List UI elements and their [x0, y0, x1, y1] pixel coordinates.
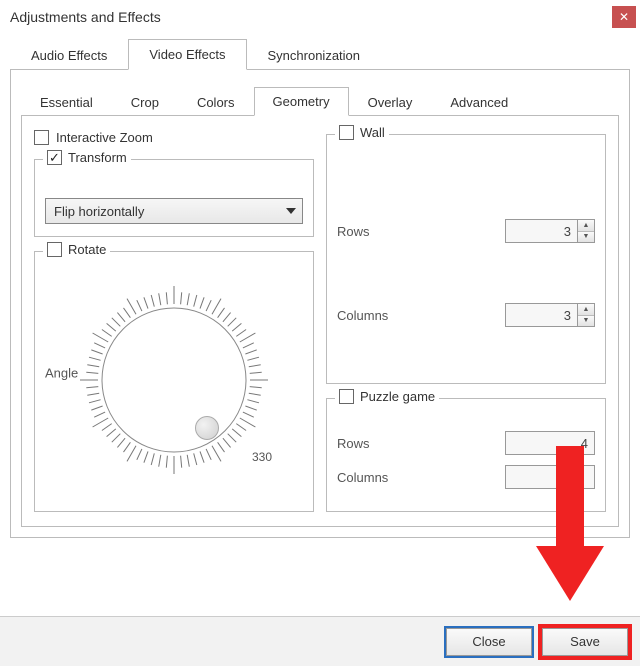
subtab-advanced[interactable]: Advanced — [431, 88, 527, 116]
interactive-zoom-label: Interactive Zoom — [56, 130, 153, 145]
puzzle-cols-label: Columns — [337, 470, 388, 485]
wall-cols-input[interactable] — [505, 303, 577, 327]
dial-knob[interactable] — [195, 416, 219, 440]
wall-cols-label: Columns — [337, 308, 388, 323]
tab-audio-effects[interactable]: Audio Effects — [10, 40, 128, 70]
dial-tick-label: 330 — [252, 450, 272, 464]
transform-checkbox[interactable] — [47, 150, 62, 165]
subtab-colors[interactable]: Colors — [178, 88, 254, 116]
puzzle-rows-label: Rows — [337, 436, 370, 451]
window-title: Adjustments and Effects — [10, 9, 161, 25]
video-effects-panel: Essential Crop Colors Geometry Overlay A… — [10, 70, 630, 538]
wall-rows-up[interactable]: ▲ — [578, 220, 594, 232]
puzzle-label: Puzzle game — [360, 389, 435, 404]
save-button[interactable]: Save — [542, 628, 628, 656]
angle-dial[interactable]: 330 — [74, 280, 274, 480]
rotate-label: Rotate — [68, 242, 106, 257]
main-tabs: Audio Effects Video Effects Synchronizat… — [10, 38, 630, 70]
video-effects-subtabs: Essential Crop Colors Geometry Overlay A… — [21, 86, 619, 116]
puzzle-group: Puzzle game Rows ▲▼ Column — [326, 398, 606, 512]
wall-rows-down[interactable]: ▼ — [578, 232, 594, 243]
subtab-crop[interactable]: Crop — [112, 88, 178, 116]
subtab-geometry[interactable]: Geometry — [254, 87, 349, 116]
title-bar: Adjustments and Effects ✕ — [0, 0, 640, 38]
transform-group: Transform Flip horizontally — [34, 159, 314, 237]
rotate-checkbox[interactable] — [47, 242, 62, 257]
wall-cols-down[interactable]: ▼ — [578, 316, 594, 327]
wall-rows-label: Rows — [337, 224, 370, 239]
dial-icon — [74, 280, 274, 480]
subtab-essential[interactable]: Essential — [21, 88, 112, 116]
wall-cols-spinner[interactable]: ▲ ▼ — [505, 303, 595, 327]
dialog-buttons: Close Save — [0, 616, 640, 666]
subtab-overlay[interactable]: Overlay — [349, 88, 432, 116]
geometry-right-column: Wall Rows ▲ ▼ — [326, 130, 606, 512]
puzzle-checkbox[interactable] — [339, 389, 354, 404]
close-button-label: Close — [472, 634, 505, 649]
wall-label: Wall — [360, 125, 385, 140]
geometry-panel: Interactive Zoom Transform Flip horizont… — [21, 116, 619, 527]
tab-synchronization[interactable]: Synchronization — [247, 40, 382, 70]
puzzle-cols-spinner[interactable]: ▲▼ — [505, 465, 595, 489]
transform-label: Transform — [68, 150, 127, 165]
wall-rows-input[interactable] — [505, 219, 577, 243]
puzzle-rows-spinner[interactable]: ▲▼ — [505, 431, 595, 455]
wall-rows-spinner[interactable]: ▲ ▼ — [505, 219, 595, 243]
save-button-label: Save — [570, 634, 600, 649]
close-icon: ✕ — [619, 10, 629, 24]
close-button[interactable]: Close — [446, 628, 532, 656]
interactive-zoom-row: Interactive Zoom — [34, 130, 314, 145]
rotate-group: Rotate Angle — [34, 251, 314, 512]
puzzle-rows-input[interactable] — [505, 431, 595, 455]
geometry-left-column: Interactive Zoom Transform Flip horizont… — [34, 130, 314, 512]
window-close-button[interactable]: ✕ — [612, 6, 636, 28]
transform-combo[interactable]: Flip horizontally — [45, 198, 303, 224]
wall-checkbox[interactable] — [339, 125, 354, 140]
wall-cols-up[interactable]: ▲ — [578, 304, 594, 316]
transform-combo-value: Flip horizontally — [54, 204, 144, 219]
puzzle-cols-input[interactable] — [505, 465, 595, 489]
wall-group: Wall Rows ▲ ▼ — [326, 134, 606, 384]
chevron-down-icon — [286, 208, 296, 214]
tab-video-effects[interactable]: Video Effects — [128, 39, 246, 70]
interactive-zoom-checkbox[interactable] — [34, 130, 49, 145]
